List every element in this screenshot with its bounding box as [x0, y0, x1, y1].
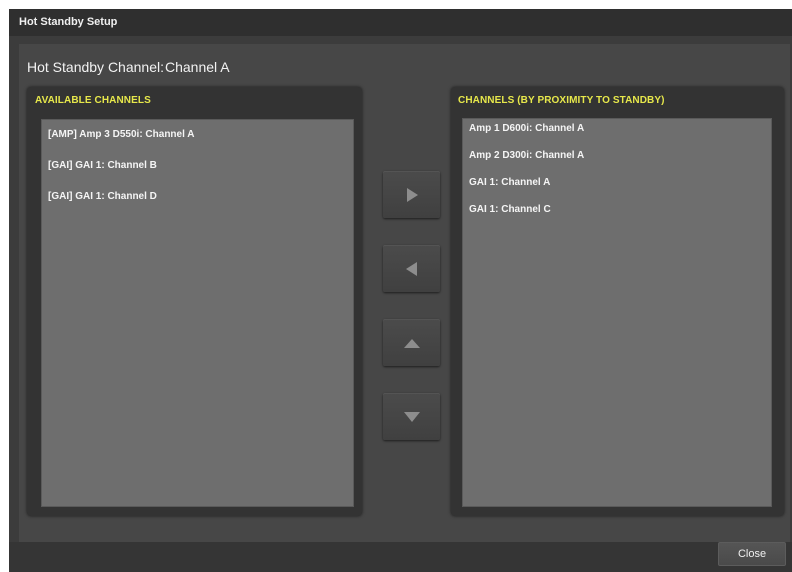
triangle-up-icon — [403, 338, 420, 348]
dialog-footer — [9, 542, 792, 572]
move-right-button[interactable] — [383, 171, 440, 218]
proximity-channels-list[interactable]: Amp 1 D600i: Channel A Amp 2 D300i: Chan… — [462, 118, 772, 507]
window-title: Hot Standby Setup — [9, 9, 792, 36]
list-item[interactable]: Amp 1 D600i: Channel A — [469, 123, 584, 134]
move-down-button[interactable] — [383, 393, 440, 440]
available-channels-panel: AVAILABLE CHANNELS [AMP] Amp 3 D550i: Ch… — [27, 87, 362, 516]
proximity-channels-panel: CHANNELS (BY PROXIMITY TO STANDBY) Amp 1… — [451, 87, 784, 516]
list-item[interactable]: GAI 1: Channel C — [469, 204, 551, 215]
list-item[interactable]: [GAI] GAI 1: Channel D — [48, 191, 157, 202]
list-item[interactable]: [AMP] Amp 3 D550i: Channel A — [48, 129, 195, 140]
close-button[interactable]: Close — [718, 542, 786, 566]
hot-standby-channel-value: Channel A — [165, 59, 230, 75]
available-channels-header: AVAILABLE CHANNELS — [35, 95, 151, 106]
list-item[interactable]: Amp 2 D300i: Channel A — [469, 150, 584, 161]
triangle-down-icon — [403, 411, 420, 422]
available-channels-list[interactable]: [AMP] Amp 3 D550i: Channel A [GAI] GAI 1… — [41, 119, 354, 507]
proximity-channels-header: CHANNELS (BY PROXIMITY TO STANDBY) — [458, 95, 665, 106]
move-up-button[interactable] — [383, 319, 440, 366]
move-left-button[interactable] — [383, 245, 440, 292]
list-item[interactable]: GAI 1: Channel A — [469, 177, 550, 188]
dialog-content: Hot Standby Channel: Channel A AVAILABLE… — [19, 44, 790, 542]
hot-standby-setup-window: Hot Standby Setup Hot Standby Channel: C… — [9, 9, 792, 572]
list-item[interactable]: [GAI] GAI 1: Channel B — [48, 160, 157, 171]
triangle-right-icon — [406, 187, 418, 202]
triangle-left-icon — [405, 261, 417, 276]
hot-standby-channel-label: Hot Standby Channel: — [27, 59, 164, 75]
